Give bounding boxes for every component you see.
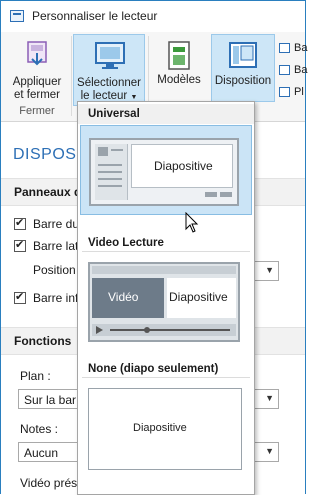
small-options: Ba Ba Pl	[277, 38, 307, 104]
slide-only-thumbnail: Diapositive	[88, 388, 242, 470]
position-select[interactable]: ▼	[251, 261, 279, 281]
gallery-header-none: None (diapo seulement)	[78, 359, 254, 379]
small-option-2[interactable]: Ba	[277, 60, 307, 82]
small-option-3[interactable]: Pl	[277, 82, 307, 104]
layout-label: Disposition	[214, 75, 272, 87]
list-icon	[279, 87, 290, 97]
title-bar: Personnaliser le lecteur	[1, 1, 305, 32]
models-label: Modèles	[157, 74, 201, 86]
apply-label-1: Appliquer	[12, 76, 62, 88]
notes-label: Notes :	[20, 422, 59, 436]
layout-icon	[229, 42, 257, 68]
slide-label-none: Diapositive	[133, 422, 187, 434]
layout-option-video[interactable]: Vidéo Diapositive	[86, 258, 246, 348]
gallery-header-universal: Universal	[78, 104, 254, 124]
apply-label-2: et fermer	[13, 89, 60, 101]
checkbox-bottom-bar[interactable]	[14, 290, 26, 304]
apply-and-close-button[interactable]: Appliquer et fermer	[5, 34, 69, 102]
slide-label: Diapositive	[154, 159, 213, 173]
sidebar-preview	[95, 144, 128, 200]
play-icon	[96, 326, 103, 334]
group-label-close: Fermer	[19, 105, 55, 117]
video-label: Vidéo	[108, 290, 139, 304]
small-option-1[interactable]: Ba	[277, 38, 307, 60]
seek-bar-preview	[92, 324, 236, 336]
checkbox-side-bar[interactable]	[14, 238, 26, 252]
checkbox-top-bar-label: Barre du	[33, 217, 80, 231]
panel-icon	[279, 65, 290, 75]
universal-thumbnail: Diapositive	[89, 138, 239, 206]
apply-close-icon	[27, 41, 47, 66]
ribbon-separator	[71, 36, 72, 116]
video-thumbnail: Vidéo Diapositive	[88, 262, 240, 342]
position-label: Position	[33, 263, 76, 277]
layout-option-universal[interactable]: Diapositive	[80, 125, 252, 215]
chevron-down-icon: ▼	[265, 446, 274, 456]
checkbox-top-bar[interactable]	[14, 216, 26, 230]
select-player-button[interactable]: Sélectionner le lecteur ▼	[73, 34, 145, 106]
window-title: Personnaliser le lecteur	[32, 9, 158, 23]
plan-label: Plan :	[20, 369, 51, 383]
monitor-icon	[95, 42, 125, 69]
checkbox-side-bar-label: Barre lat	[33, 239, 79, 253]
customize-player-window: Personnaliser le lecteur Appliquer et fe…	[0, 0, 307, 495]
player-layout-gallery: Universal Diapositive Video Lecture Vidé…	[77, 101, 255, 495]
dropdown-arrow-icon: ▼	[130, 94, 138, 101]
slide-label-video: Diapositive	[169, 290, 228, 304]
chevron-down-icon: ▼	[265, 265, 274, 275]
app-icon	[10, 10, 24, 22]
layout-button[interactable]: Disposition	[211, 34, 275, 102]
mouse-cursor-icon	[185, 212, 199, 233]
layout-option-none[interactable]: Diapositive	[86, 386, 246, 476]
gallery-header-video: Video Lecture	[78, 233, 254, 253]
checkbox-bottom-bar-label: Barre inf	[33, 291, 79, 305]
models-button[interactable]: Modèles	[151, 34, 207, 102]
panel-icon	[279, 43, 290, 53]
chevron-down-icon: ▼	[265, 393, 274, 403]
select-player-label-1: Sélectionner	[77, 77, 141, 89]
template-icon	[168, 41, 190, 70]
